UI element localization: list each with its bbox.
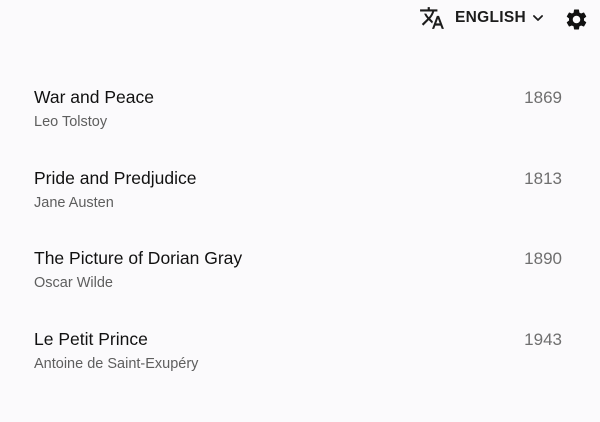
settings-button[interactable] [563, 6, 589, 32]
book-title: War and Peace [34, 87, 154, 107]
app-window: ENGLISH War and Peace Leo Tolstoy 1869 P… [0, 0, 600, 422]
book-title: Le Petit Prince [34, 329, 148, 349]
book-author: Leo Tolstoy [34, 114, 108, 130]
gear-icon [564, 7, 589, 32]
chevron-down-icon [531, 11, 545, 25]
language-selector[interactable]: ENGLISH [418, 5, 545, 31]
list-item[interactable]: Pride and Predjudice Jane Austen 1813 [0, 138, 600, 218]
list-item[interactable]: The Picture of Dorian Gray Oscar Wilde 1… [0, 218, 600, 298]
book-year: 1943 [524, 330, 562, 349]
book-year: 1869 [524, 88, 562, 107]
list-item[interactable]: Le Petit Prince Antoine de Saint-Exupéry… [0, 299, 600, 379]
book-year: 1813 [524, 169, 562, 188]
book-author: Jane Austen [34, 195, 114, 211]
book-author: Oscar Wilde [34, 275, 113, 291]
translate-icon [418, 5, 446, 31]
book-title: Pride and Predjudice [34, 168, 197, 188]
list-item[interactable]: War and Peace Leo Tolstoy 1869 [0, 57, 600, 137]
book-title: The Picture of Dorian Gray [34, 248, 243, 268]
language-label: ENGLISH [455, 9, 526, 26]
top-bar: ENGLISH [0, 0, 600, 36]
book-author: Antoine de Saint-Exupéry [34, 356, 199, 372]
book-year: 1890 [524, 249, 562, 268]
